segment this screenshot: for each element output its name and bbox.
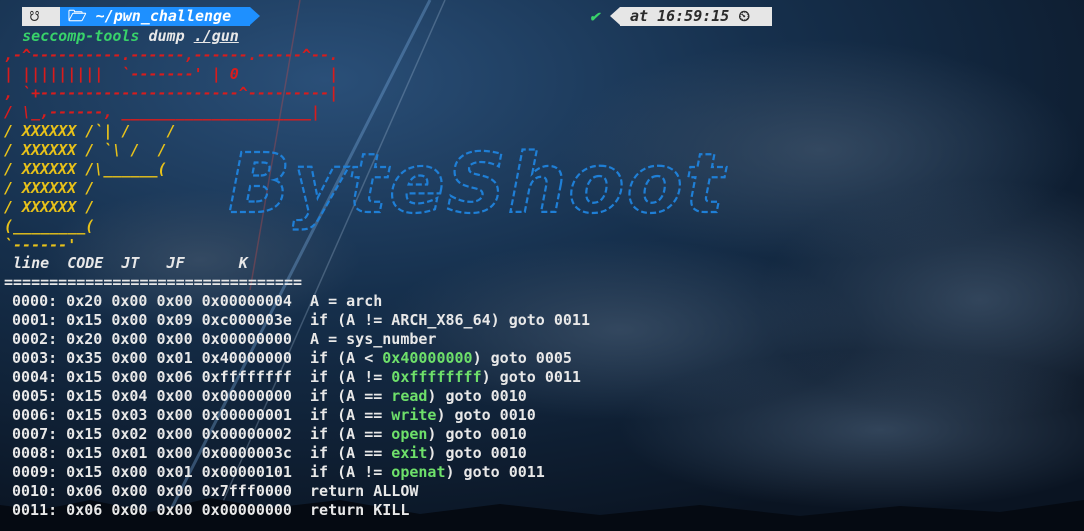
table-row: 0004: 0x15 0x00 0x06 0xffffffff if (A !=… [12,368,581,387]
row-highlight-value: 0x40000000 [382,349,473,367]
row-instruction-tail: ) goto 0010 [427,444,527,462]
row-instruction: 0007: 0x15 0x02 0x00 0x00000002 if (A == [12,425,392,443]
row-instruction: 0000: 0x20 0x00 0x00 0x00000004 A = arch [12,292,383,310]
clock-icon: ⏲ [738,7,751,25]
table-row: 0011: 0x06 0x00 0x00 0x00000000 return K… [12,501,409,520]
table-row: 0010: 0x06 0x00 0x00 0x7fff0000 return A… [12,482,418,501]
check-icon: ✔ [590,7,600,25]
table-row: 0007: 0x15 0x02 0x00 0x00000002 if (A ==… [12,425,527,444]
folder-icon: 🗁 [68,7,87,25]
row-instruction: 0002: 0x20 0x00 0x00 0x00000000 A = sys_… [12,330,437,348]
row-instruction: 0009: 0x15 0x00 0x01 0x00000101 if (A != [12,463,392,481]
row-highlight-value: open [391,425,428,443]
row-instruction-tail: ) goto 0011 [445,463,545,481]
row-highlight-value: read [391,387,428,405]
row-instruction: 0006: 0x15 0x03 0x00 0x00000001 if (A == [12,406,392,424]
table-row: 0000: 0x20 0x00 0x00 0x00000004 A = arch [12,292,382,311]
row-instruction-tail: ) goto 0010 [436,406,536,424]
prompt-time: at 16:59:15 [630,7,730,25]
current-directory: ~/pwn_challenge [95,7,232,25]
ascii-art-yellow-line-5: / XXXXXX / [4,198,95,216]
prompt-time-segment: at 16:59:15 ⏲ [610,7,772,26]
ascii-art-yellow-line-4: / XXXXXX / [4,179,95,197]
row-instruction: 0001: 0x15 0x00 0x09 0xc000003e if (A !=… [12,311,590,329]
table-row: 0006: 0x15 0x03 0x00 0x00000001 if (A ==… [12,406,536,425]
command-subcommand: dump [148,27,185,45]
table-row: 0003: 0x35 0x00 0x01 0x40000000 if (A < … [12,349,572,368]
command-line[interactable]: seccomp-tools dump ./gun [4,27,239,46]
row-instruction: 0008: 0x15 0x01 0x00 0x0000003c if (A == [12,444,392,462]
row-instruction: 0011: 0x06 0x00 0x00 0x00000000 return K… [12,501,410,519]
table-row: 0005: 0x15 0x04 0x00 0x00000000 if (A ==… [12,387,527,406]
table-header: line CODE JT JF K [4,254,248,272]
ascii-art-red-line-1: ,-^----------.------,------.-----^--. [4,46,339,64]
byteshoot-logo: ByteShoot [227,136,727,233]
command-program: seccomp-tools [22,27,140,45]
row-instruction-tail: ) goto 0011 [481,368,581,386]
table-row: 0009: 0x15 0x00 0x01 0x00000101 if (A !=… [12,463,545,482]
row-instruction: 0003: 0x35 0x00 0x01 0x40000000 if (A < [12,349,383,367]
table-row: 0008: 0x15 0x01 0x00 0x0000003c if (A ==… [12,444,527,463]
command-target-file[interactable]: ./gun [194,27,239,45]
row-instruction-tail: ) goto 0010 [427,387,527,405]
ascii-art-yellow-line-1: / XXXXXX /`| / / [4,122,176,140]
table-row: 0001: 0x15 0x00 0x09 0xc000003e if (A !=… [12,311,590,330]
ascii-art-yellow-line-7: `------' [4,236,77,254]
ascii-art-yellow-line-3: / XXXXXX /\______( [4,160,167,178]
row-instruction: 0004: 0x15 0x00 0x06 0xffffffff if (A != [12,368,392,386]
row-instruction-tail: ) goto 0005 [472,349,572,367]
byteshoot-logo-text: ByteShoot [228,137,727,232]
ascii-art-red-line-3: , `+----------------------^---------| [4,84,339,102]
row-highlight-value: write [391,406,437,424]
row-highlight-value: exit [391,444,428,462]
ascii-art-red-line-4: / \_,------, _____________________| [4,103,321,121]
row-highlight-value: 0xffffffff [391,368,482,386]
row-instruction-tail: ) goto 0010 [427,425,527,443]
ascii-art-yellow-line-6: (________( [4,217,95,235]
terminal-icon: ☋ [30,7,40,25]
ascii-art-yellow-line-2: / XXXXXX / `\ / / [4,141,167,159]
table-row: 0002: 0x20 0x00 0x00 0x00000000 A = sys_… [12,330,436,349]
row-instruction: 0010: 0x06 0x00 0x00 0x7fff0000 return A… [12,482,419,500]
prompt-path-segment: 🗁 ~/pwn_challenge [60,7,260,26]
terminal-window[interactable]: ☋ 🗁 ~/pwn_challenge ✔ at 16:59:15 ⏲ secc… [0,0,1084,531]
table-divider: ================================= [4,273,303,291]
prompt-logo-segment: ☋ [22,7,60,26]
ascii-art-red-line-2: | ||||||||| `-------' | 0 | [4,65,339,83]
row-instruction: 0005: 0x15 0x04 0x00 0x00000000 if (A == [12,387,392,405]
row-highlight-value: openat [391,463,446,481]
